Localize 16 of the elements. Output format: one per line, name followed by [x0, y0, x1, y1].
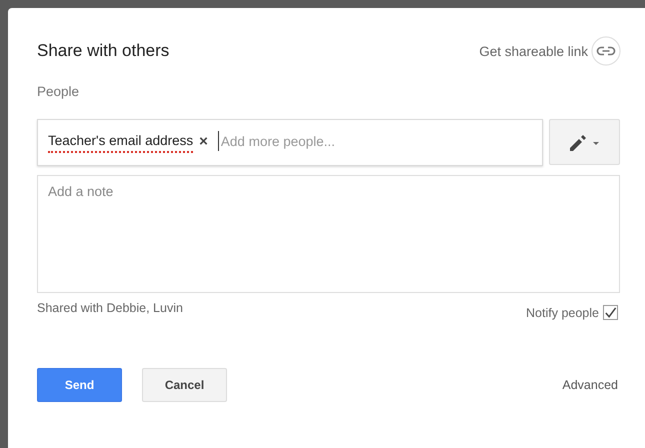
add-people-input[interactable]: Add more people... — [218, 131, 542, 151]
note-field[interactable]: Add a note — [37, 175, 620, 293]
people-field[interactable]: Teacher's email address × Add more people... — [37, 119, 543, 166]
person-chip: Teacher's email address — [48, 132, 194, 152]
remove-icon[interactable]: × — [199, 132, 208, 152]
notify-checkbox[interactable] — [603, 305, 618, 320]
link-icon[interactable] — [591, 36, 621, 66]
send-button[interactable]: Send — [37, 368, 122, 402]
shareable-link[interactable]: Get shareable link — [479, 44, 588, 58]
dialog-title: Share with others — [37, 41, 170, 61]
permission-button[interactable] — [549, 119, 620, 165]
shared-with-text: Shared with Debbie, Luvin — [37, 301, 183, 317]
advanced-link[interactable]: Advanced — [562, 378, 618, 392]
notify-label: Notify people — [526, 306, 599, 320]
cancel-button[interactable]: Cancel — [142, 368, 227, 402]
people-label: People — [37, 84, 80, 99]
